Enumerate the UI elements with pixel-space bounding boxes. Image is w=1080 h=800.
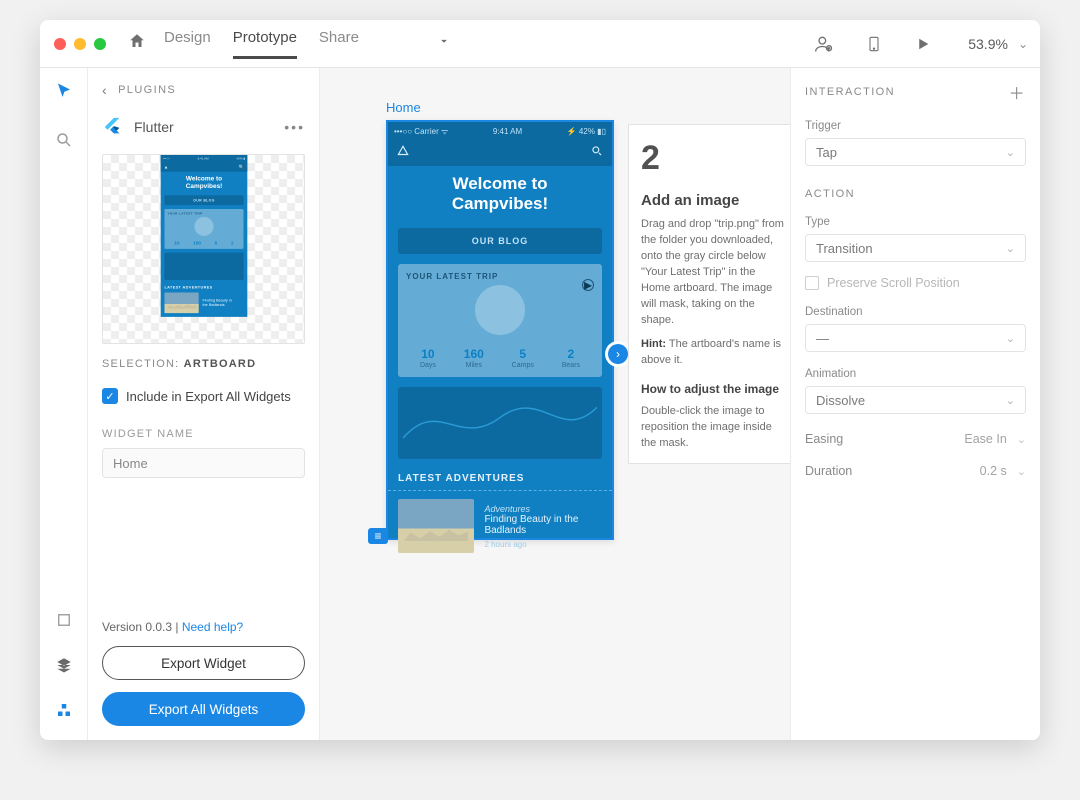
adventure-thumb <box>398 499 474 553</box>
plugins-icon[interactable] <box>55 701 73 724</box>
widget-name-label: WIDGET NAME <box>102 428 305 440</box>
our-blog-button: OUR BLOG <box>398 228 602 254</box>
plugin-panel-title: PLUGINS <box>118 84 176 96</box>
layers-icon[interactable] <box>55 656 73 679</box>
back-icon[interactable]: ‹ <box>102 82 108 98</box>
titlebar: Design Prototype Share 53.9% ⌄ <box>40 20 1040 68</box>
animation-label: Animation <box>805 368 1026 380</box>
mode-tabs: Design Prototype Share <box>164 29 359 58</box>
tutorial-body: Drag and drop "trip.png" from the folder… <box>641 217 785 329</box>
inspector-title: INTERACTION <box>805 86 895 98</box>
phone-search-icon <box>590 144 604 163</box>
duration-row[interactable]: Duration 0.2 s⌄ <box>805 464 1026 478</box>
animation-select[interactable]: Dissolve⌄ <box>805 386 1026 414</box>
plugin-version: Version 0.0.3 | Need help? <box>102 620 305 634</box>
tutorial-hint: Hint: The artboard's name is above it. <box>641 337 785 369</box>
action-section-label: ACTION <box>805 188 1026 200</box>
tutorial-subheading: How to adjust the image <box>641 382 785 396</box>
window-controls <box>54 38 106 50</box>
search-icon[interactable] <box>55 131 73 154</box>
zoom-display[interactable]: 53.9% ⌄ <box>968 36 1028 52</box>
trigger-select[interactable]: Tap⌄ <box>805 138 1026 166</box>
welcome-headline: Welcome toCampvibes! <box>388 166 612 228</box>
scroll-group-marker-icon[interactable]: ≡ <box>368 528 388 544</box>
export-all-widgets-button[interactable]: Export All Widgets <box>102 692 305 726</box>
phone-nav-bar <box>388 140 612 166</box>
trigger-label: Trigger <box>805 120 1026 132</box>
selection-guide <box>388 490 612 491</box>
widget-preview: •••○○9:41 AM42% ▮ ▲🔍 Welcome toCampvibes… <box>102 154 305 344</box>
tutorial-step-number: 2 <box>641 139 785 178</box>
zoom-value: 53.9% <box>968 36 1008 52</box>
artboard-home[interactable]: •••○○ Carrier ᯤ 9:41 AM ⚡ 42% ▮▯ Welcome… <box>386 120 614 540</box>
export-widget-button[interactable]: Export Widget <box>102 646 305 680</box>
destination-select[interactable]: —⌄ <box>805 324 1026 352</box>
latest-adventures-heading: LATEST ADVENTURES <box>398 473 602 484</box>
checkbox-unchecked-icon <box>805 276 819 290</box>
type-label: Type <box>805 216 1026 228</box>
home-icon[interactable] <box>128 32 146 55</box>
tab-share[interactable]: Share <box>319 29 359 59</box>
canvas[interactable]: Home •••○○ Carrier ᯤ 9:41 AM ⚡ 42% ▮▯ We… <box>320 68 790 740</box>
latest-trip-card: YOUR LATEST TRIP ▸ 10Days 160Miles 5Camp… <box>398 264 602 377</box>
adventure-list-item: Adventures Finding Beauty in the Badland… <box>398 499 602 553</box>
invite-icon[interactable] <box>814 34 834 54</box>
plugin-name: Flutter <box>134 119 174 135</box>
plugin-panel: ‹ PLUGINS Flutter ••• •••○○9:41 AM42% ▮ … <box>88 68 320 740</box>
help-link[interactable]: Need help? <box>182 620 243 634</box>
tutorial-subbody: Double-click the image to reposition the… <box>641 404 785 452</box>
trip-stats: 10Days 160Miles 5Camps 2Bears <box>406 347 594 369</box>
tab-prototype[interactable]: Prototype <box>233 29 297 59</box>
tab-design[interactable]: Design <box>164 29 211 59</box>
chevron-down-icon: ⌄ <box>1018 37 1028 51</box>
chevron-down-icon: ⌄ <box>1017 465 1026 478</box>
zoom-window-button[interactable] <box>94 38 106 50</box>
chevron-down-icon: ⌄ <box>1006 394 1015 407</box>
titlebar-dropdown[interactable] <box>437 34 451 53</box>
tool-rail <box>40 68 88 740</box>
app-window: Design Prototype Share 53.9% ⌄ <box>40 20 1040 740</box>
chevron-down-icon: ⌄ <box>1017 433 1026 446</box>
device-preview-icon[interactable] <box>866 34 882 54</box>
chevron-down-icon: ⌄ <box>1006 242 1015 255</box>
select-tool-icon[interactable] <box>55 82 73 105</box>
artboard-tool-icon[interactable] <box>55 611 73 634</box>
minimize-window-button[interactable] <box>74 38 86 50</box>
prototype-wire-handle[interactable]: › <box>608 344 628 364</box>
chevron-down-icon: ⌄ <box>1006 332 1015 345</box>
add-interaction-icon[interactable]: ＋ <box>1009 80 1026 104</box>
tutorial-artboard[interactable]: 2 Add an image Drag and drop "trip.png" … <box>628 124 790 464</box>
close-window-button[interactable] <box>54 38 66 50</box>
checkbox-checked-icon: ✓ <box>102 388 118 404</box>
phone-status-bar: •••○○ Carrier ᯤ 9:41 AM ⚡ 42% ▮▯ <box>388 122 612 140</box>
app-logo-icon <box>396 144 410 163</box>
preserve-scroll-checkbox[interactable]: Preserve Scroll Position <box>805 276 1026 290</box>
play-icon[interactable] <box>914 35 932 53</box>
widget-name-input[interactable] <box>102 448 305 478</box>
chevron-down-icon: ⌄ <box>1006 146 1015 159</box>
trip-image-placeholder <box>475 285 525 335</box>
include-in-export-checkbox[interactable]: ✓ Include in Export All Widgets <box>102 388 305 404</box>
trip-map-card <box>398 387 602 459</box>
inspector-panel: INTERACTION ＋ Trigger Tap⌄ ACTION Type T… <box>790 68 1040 740</box>
type-select[interactable]: Transition⌄ <box>805 234 1026 262</box>
selection-label: SELECTION: ARTBOARD <box>102 358 305 370</box>
flutter-logo-icon <box>102 116 124 138</box>
destination-label: Destination <box>805 306 1026 318</box>
tutorial-heading: Add an image <box>641 192 785 209</box>
trip-play-icon: ▸ <box>582 279 594 291</box>
easing-row[interactable]: Easing Ease In⌄ <box>805 432 1026 446</box>
plugin-more-icon[interactable]: ••• <box>284 119 305 135</box>
artboard-name[interactable]: Home <box>386 100 421 115</box>
